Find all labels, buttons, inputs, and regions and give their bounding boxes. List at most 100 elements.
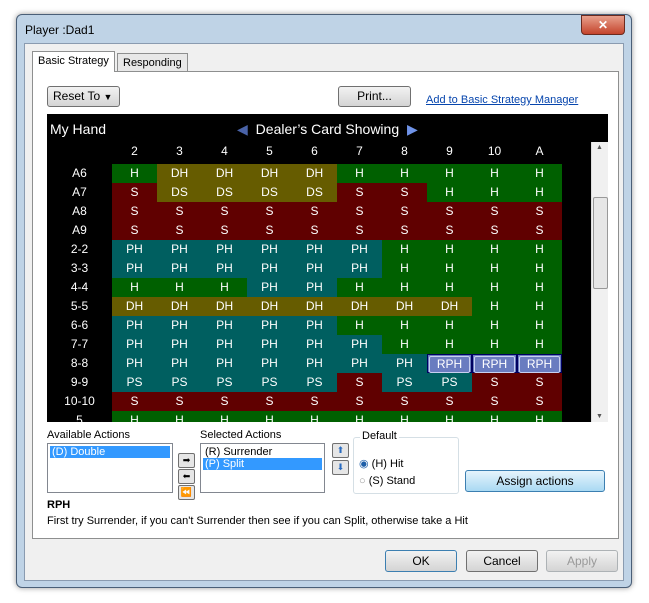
strategy-cell[interactable]: H xyxy=(517,411,562,422)
strategy-cell[interactable]: S xyxy=(337,392,382,411)
strategy-cell[interactable]: PH xyxy=(247,335,292,354)
move-right-icon[interactable]: ➡ xyxy=(178,453,195,468)
strategy-cell[interactable]: S xyxy=(337,202,382,221)
strategy-cell[interactable]: PH xyxy=(202,354,247,373)
strategy-cell[interactable]: PH xyxy=(292,354,337,373)
strategy-cell[interactable]: S xyxy=(472,373,517,392)
strategy-cell[interactable]: PH xyxy=(247,316,292,335)
strategy-cell[interactable]: S xyxy=(247,221,292,240)
strategy-cell[interactable]: H xyxy=(382,411,427,422)
strategy-cell[interactable]: S xyxy=(472,221,517,240)
strategy-cell[interactable]: H xyxy=(517,259,562,278)
strategy-cell[interactable]: DS xyxy=(292,183,337,202)
move-down-icon[interactable]: ⬇ xyxy=(332,460,349,475)
strategy-cell[interactable]: PS xyxy=(112,373,157,392)
strategy-cell[interactable]: H xyxy=(517,297,562,316)
strategy-cell[interactable]: H xyxy=(427,240,472,259)
strategy-cell[interactable]: DH xyxy=(292,164,337,183)
strategy-cell[interactable]: H xyxy=(427,316,472,335)
strategy-cell[interactable]: S xyxy=(427,202,472,221)
strategy-cell[interactable]: DH xyxy=(157,164,202,183)
strategy-cell[interactable]: S xyxy=(292,202,337,221)
strategy-cell[interactable]: PH xyxy=(292,278,337,297)
strategy-cell[interactable]: S xyxy=(517,221,562,240)
strategy-cell[interactable]: H xyxy=(472,335,517,354)
list-item[interactable]: (R) Surrender xyxy=(203,446,322,458)
strategy-cell[interactable]: DH xyxy=(427,297,472,316)
strategy-cell[interactable]: PS xyxy=(247,373,292,392)
strategy-cell[interactable]: PH xyxy=(292,316,337,335)
move-up-icon[interactable]: ⬆ xyxy=(332,443,349,458)
strategy-cell[interactable]: H xyxy=(382,240,427,259)
hit-radio[interactable]: ◉ (H) Hit xyxy=(359,457,403,470)
strategy-cell[interactable]: PH xyxy=(202,335,247,354)
strategy-cell[interactable]: S xyxy=(427,392,472,411)
print-button[interactable]: Print... xyxy=(338,86,411,107)
strategy-cell[interactable]: PH xyxy=(112,240,157,259)
strategy-cell[interactable]: PH xyxy=(157,354,202,373)
strategy-cell[interactable]: H xyxy=(517,183,562,202)
strategy-cell[interactable]: S xyxy=(292,392,337,411)
close-button[interactable]: ✕ xyxy=(581,15,625,35)
strategy-cell[interactable]: PH xyxy=(202,240,247,259)
strategy-cell[interactable]: S xyxy=(247,392,292,411)
strategy-cell[interactable]: S xyxy=(472,392,517,411)
strategy-cell[interactable]: DH xyxy=(247,297,292,316)
strategy-cell[interactable]: DH xyxy=(202,297,247,316)
strategy-cell[interactable]: H xyxy=(472,297,517,316)
strategy-cell[interactable]: H xyxy=(472,183,517,202)
strategy-cell[interactable]: DS xyxy=(202,183,247,202)
strategy-cell[interactable]: PH xyxy=(337,240,382,259)
strategy-cell[interactable]: H xyxy=(382,335,427,354)
strategy-cell[interactable]: PH xyxy=(112,335,157,354)
strategy-cell[interactable]: S xyxy=(382,183,427,202)
strategy-cell[interactable]: PH xyxy=(337,259,382,278)
scroll-down-icon[interactable]: ▼ xyxy=(596,413,603,420)
strategy-cell[interactable]: H xyxy=(517,278,562,297)
cancel-button[interactable]: Cancel xyxy=(466,550,538,572)
strategy-cell[interactable]: H xyxy=(427,411,472,422)
list-item[interactable]: (P) Split xyxy=(203,458,322,470)
strategy-cell[interactable]: H xyxy=(157,411,202,422)
strategy-cell[interactable]: PS xyxy=(382,373,427,392)
strategy-cell[interactable]: PH xyxy=(247,259,292,278)
strategy-cell[interactable]: PH xyxy=(247,240,292,259)
strategy-cell[interactable]: H xyxy=(292,411,337,422)
strategy-cell[interactable]: H xyxy=(112,164,157,183)
strategy-cell[interactable]: S xyxy=(202,202,247,221)
radio-checked-icon[interactable]: ◉ xyxy=(359,458,369,470)
strategy-cell[interactable]: H xyxy=(427,259,472,278)
strategy-cell[interactable]: H xyxy=(517,164,562,183)
strategy-cell[interactable]: H xyxy=(517,335,562,354)
strategy-cell[interactable]: PS xyxy=(157,373,202,392)
radio-unchecked-icon[interactable]: ○ xyxy=(359,475,366,487)
available-actions-list[interactable]: (D) Double xyxy=(47,443,173,493)
strategy-cell[interactable]: S xyxy=(157,392,202,411)
arrow-left-icon[interactable]: ◀ xyxy=(237,121,248,137)
strategy-cell[interactable]: H xyxy=(472,259,517,278)
strategy-cell[interactable]: S xyxy=(517,373,562,392)
add-to-manager-link[interactable]: Add to Basic Strategy Manager xyxy=(426,94,578,106)
strategy-cell[interactable]: PH xyxy=(292,240,337,259)
strategy-cell[interactable]: H xyxy=(112,278,157,297)
strategy-cell[interactable]: H xyxy=(202,411,247,422)
strategy-cell[interactable]: H xyxy=(112,411,157,422)
strategy-cell[interactable]: S xyxy=(517,392,562,411)
strategy-cell[interactable]: S xyxy=(382,392,427,411)
strategy-cell[interactable]: S xyxy=(337,183,382,202)
strategy-cell[interactable]: H xyxy=(427,278,472,297)
strategy-cell[interactable]: S xyxy=(517,202,562,221)
strategy-cell[interactable]: H xyxy=(472,164,517,183)
strategy-cell[interactable]: RPH xyxy=(427,354,472,373)
strategy-cell[interactable]: S xyxy=(157,221,202,240)
strategy-cell[interactable]: H xyxy=(427,335,472,354)
strategy-cell[interactable]: S xyxy=(427,221,472,240)
strategy-cell[interactable]: H xyxy=(337,278,382,297)
strategy-cell[interactable]: PH xyxy=(382,354,427,373)
apply-button[interactable]: Apply xyxy=(546,550,618,572)
strategy-cell[interactable]: S xyxy=(202,392,247,411)
strategy-cell[interactable]: H xyxy=(472,316,517,335)
strategy-cell[interactable]: S xyxy=(112,202,157,221)
strategy-cell[interactable]: S xyxy=(292,221,337,240)
strategy-cell[interactable]: DH xyxy=(337,297,382,316)
